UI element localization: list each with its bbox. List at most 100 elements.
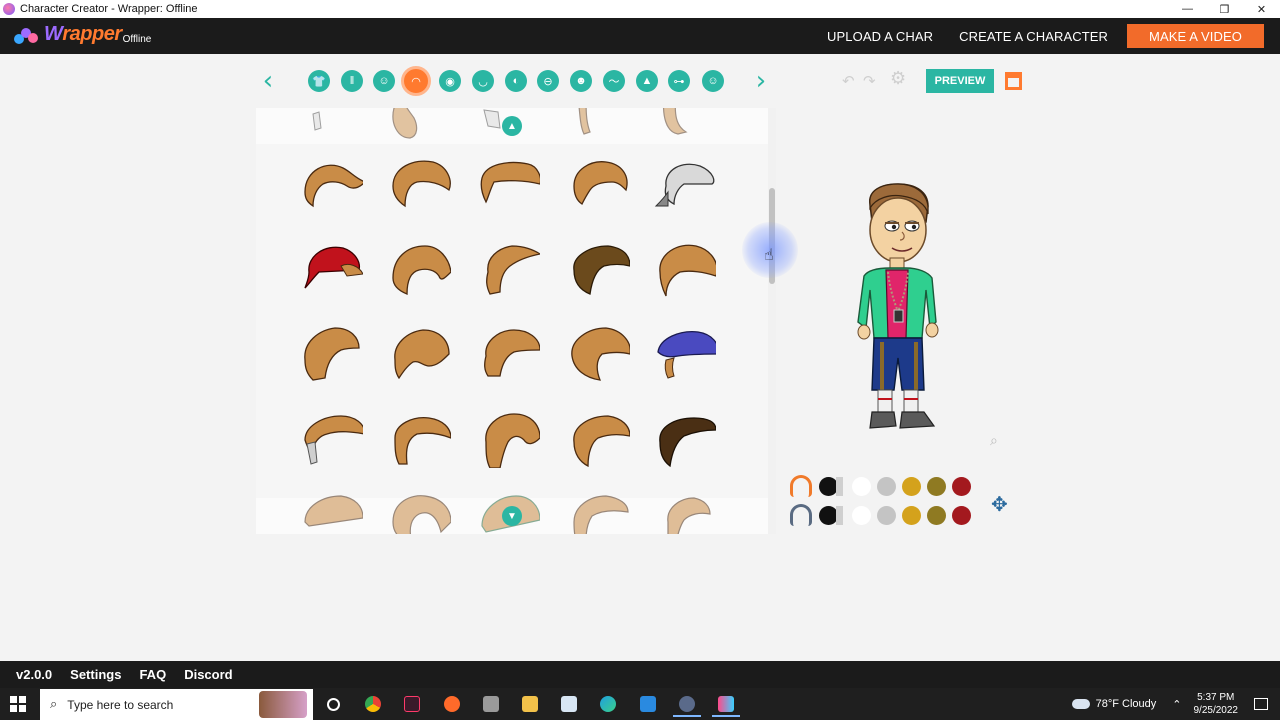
hair-option[interactable] bbox=[301, 326, 363, 382]
color-swatch-gold[interactable] bbox=[902, 476, 921, 496]
nose-category-icon[interactable]: ⊖ bbox=[537, 70, 559, 92]
hair-parts-panel: ▲ ▼ bbox=[256, 108, 776, 534]
beard-category-icon[interactable]: ☻ bbox=[570, 70, 592, 92]
windows-start-icon[interactable] bbox=[10, 696, 26, 712]
ear-category-icon[interactable]: ◐ bbox=[505, 70, 527, 92]
faq-link[interactable]: FAQ bbox=[139, 667, 166, 682]
prev-category-arrow[interactable]: ‹ bbox=[256, 67, 280, 95]
hair-option[interactable] bbox=[384, 108, 446, 144]
glasses-category-icon[interactable]: ⊶ bbox=[668, 70, 690, 92]
hair-option[interactable] bbox=[478, 156, 540, 212]
close-button[interactable]: ✕ bbox=[1243, 0, 1280, 18]
hair-option[interactable] bbox=[478, 326, 540, 382]
shirt-category-icon[interactable]: 👕 bbox=[308, 70, 330, 92]
upload-char-button[interactable]: UPLOAD A CHAR bbox=[814, 24, 946, 48]
accessory-category-icon[interactable]: ☺ bbox=[702, 70, 724, 92]
app-icon-gray[interactable] bbox=[483, 696, 499, 712]
zoom-icon[interactable]: ⌕ bbox=[990, 433, 1006, 449]
next-category-arrow[interactable]: › bbox=[749, 67, 773, 95]
hair-primary-color-row bbox=[790, 475, 977, 497]
color-swatch-white[interactable] bbox=[852, 476, 871, 496]
scroll-up-button[interactable]: ▲ bbox=[502, 116, 522, 136]
hair-option[interactable] bbox=[389, 492, 451, 534]
version-label: v2.0.0 bbox=[16, 667, 53, 682]
wrapper-taskbar-icon[interactable] bbox=[712, 696, 740, 717]
taskbar-search-box[interactable]: ⌕ Type here to search bbox=[40, 689, 313, 720]
logo-mark bbox=[14, 26, 42, 46]
pants-category-icon[interactable]: ‖ bbox=[341, 70, 363, 92]
hair-option[interactable] bbox=[301, 108, 363, 142]
hair-option[interactable] bbox=[654, 326, 716, 382]
preview-button[interactable]: PREVIEW bbox=[926, 69, 994, 93]
color-swatch-red[interactable] bbox=[952, 505, 971, 525]
restore-button[interactable]: ❐ bbox=[1206, 0, 1243, 18]
hair-option[interactable] bbox=[656, 108, 718, 142]
color-swatch-gray[interactable] bbox=[877, 505, 896, 525]
chrome-icon[interactable] bbox=[365, 696, 381, 712]
hair-option[interactable] bbox=[389, 156, 451, 212]
settings-gear-icon[interactable]: ⚙ bbox=[890, 70, 906, 88]
edge-icon[interactable] bbox=[600, 696, 616, 712]
hat-category-icon[interactable]: ▲ bbox=[636, 70, 658, 92]
eyes-category-icon[interactable]: ◉ bbox=[439, 70, 461, 92]
hair-option[interactable] bbox=[568, 242, 630, 298]
move-icon[interactable]: ✥ bbox=[991, 492, 1008, 516]
color-swatch-olive[interactable] bbox=[927, 505, 946, 525]
hair-option[interactable] bbox=[478, 242, 540, 298]
chevron-up-icon[interactable]: ⌃ bbox=[1172, 698, 1181, 711]
hair-category-icon[interactable]: ◠ bbox=[401, 66, 431, 96]
hair-option[interactable] bbox=[568, 326, 630, 382]
make-video-button[interactable]: MAKE A VIDEO bbox=[1127, 24, 1264, 48]
search-icon: ⌕ bbox=[50, 697, 58, 712]
eyebrows-category-icon[interactable]: 〜 bbox=[603, 70, 625, 92]
face-category-icon[interactable]: ☺ bbox=[373, 70, 395, 92]
discord-link[interactable]: Discord bbox=[184, 667, 232, 682]
window-title-bar: Character Creator - Wrapper: Offline — ❐… bbox=[0, 0, 1280, 18]
store-icon[interactable] bbox=[640, 696, 656, 712]
hair-option[interactable] bbox=[654, 156, 716, 212]
notepad-icon[interactable] bbox=[561, 696, 577, 712]
hair-option[interactable] bbox=[301, 412, 363, 468]
minimize-button[interactable]: — bbox=[1169, 0, 1206, 18]
hair-option[interactable] bbox=[301, 242, 363, 298]
weather-text[interactable]: 78°F Cloudy bbox=[1096, 698, 1157, 710]
settings-app-icon[interactable] bbox=[673, 696, 701, 717]
hair-option[interactable] bbox=[389, 326, 451, 382]
hair-option[interactable] bbox=[568, 108, 630, 142]
hair-option[interactable] bbox=[478, 412, 540, 468]
hair-option[interactable] bbox=[568, 492, 630, 534]
color-swatch-white[interactable] bbox=[852, 505, 871, 525]
color-swatch-olive[interactable] bbox=[927, 476, 946, 496]
hair-option[interactable] bbox=[654, 492, 716, 534]
create-character-button[interactable]: CREATE A CHARACTER bbox=[946, 24, 1121, 48]
notification-icon[interactable] bbox=[1254, 698, 1268, 710]
save-icon[interactable] bbox=[1005, 72, 1022, 90]
clock[interactable]: 5:37 PM 9/25/2022 bbox=[1194, 691, 1239, 717]
file-explorer-icon[interactable] bbox=[522, 696, 538, 712]
hair-option[interactable] bbox=[301, 156, 363, 212]
hair-option[interactable] bbox=[389, 242, 451, 298]
hair-option[interactable] bbox=[568, 156, 630, 212]
color-swatch-black[interactable] bbox=[819, 476, 843, 496]
color-swatch-gold[interactable] bbox=[902, 505, 921, 525]
parts-scrollbar[interactable] bbox=[768, 108, 776, 534]
category-toolbar: ‹ 👕 ‖ ☺ ◠ ◉ ◡ ◐ ⊖ ☻ 〜 ▲ ⊶ ☺ › ↶ ↷ ⚙ PREV… bbox=[256, 64, 1026, 98]
redo-icon[interactable]: ↷ bbox=[863, 72, 876, 90]
color-swatch-gray[interactable] bbox=[877, 476, 896, 496]
hair-option[interactable] bbox=[568, 412, 630, 468]
cortana-icon[interactable] bbox=[327, 698, 340, 711]
hair-option[interactable] bbox=[654, 412, 716, 468]
mouth-category-icon[interactable]: ◡ bbox=[472, 70, 494, 92]
logo-text: Wrapper bbox=[44, 23, 122, 45]
settings-link[interactable]: Settings bbox=[70, 667, 121, 682]
blender-icon[interactable] bbox=[444, 696, 460, 712]
color-swatch-black[interactable] bbox=[819, 505, 843, 525]
color-swatch-red[interactable] bbox=[952, 476, 971, 496]
hair-option[interactable] bbox=[301, 492, 363, 534]
undo-icon[interactable]: ↶ bbox=[842, 72, 855, 90]
hair-option[interactable] bbox=[389, 412, 451, 468]
wrapper-logo[interactable]: Wrapper Offline bbox=[14, 18, 151, 54]
scroll-down-button[interactable]: ▼ bbox=[502, 506, 522, 526]
hair-option[interactable] bbox=[654, 242, 716, 298]
app-icon-dark[interactable] bbox=[404, 696, 420, 712]
